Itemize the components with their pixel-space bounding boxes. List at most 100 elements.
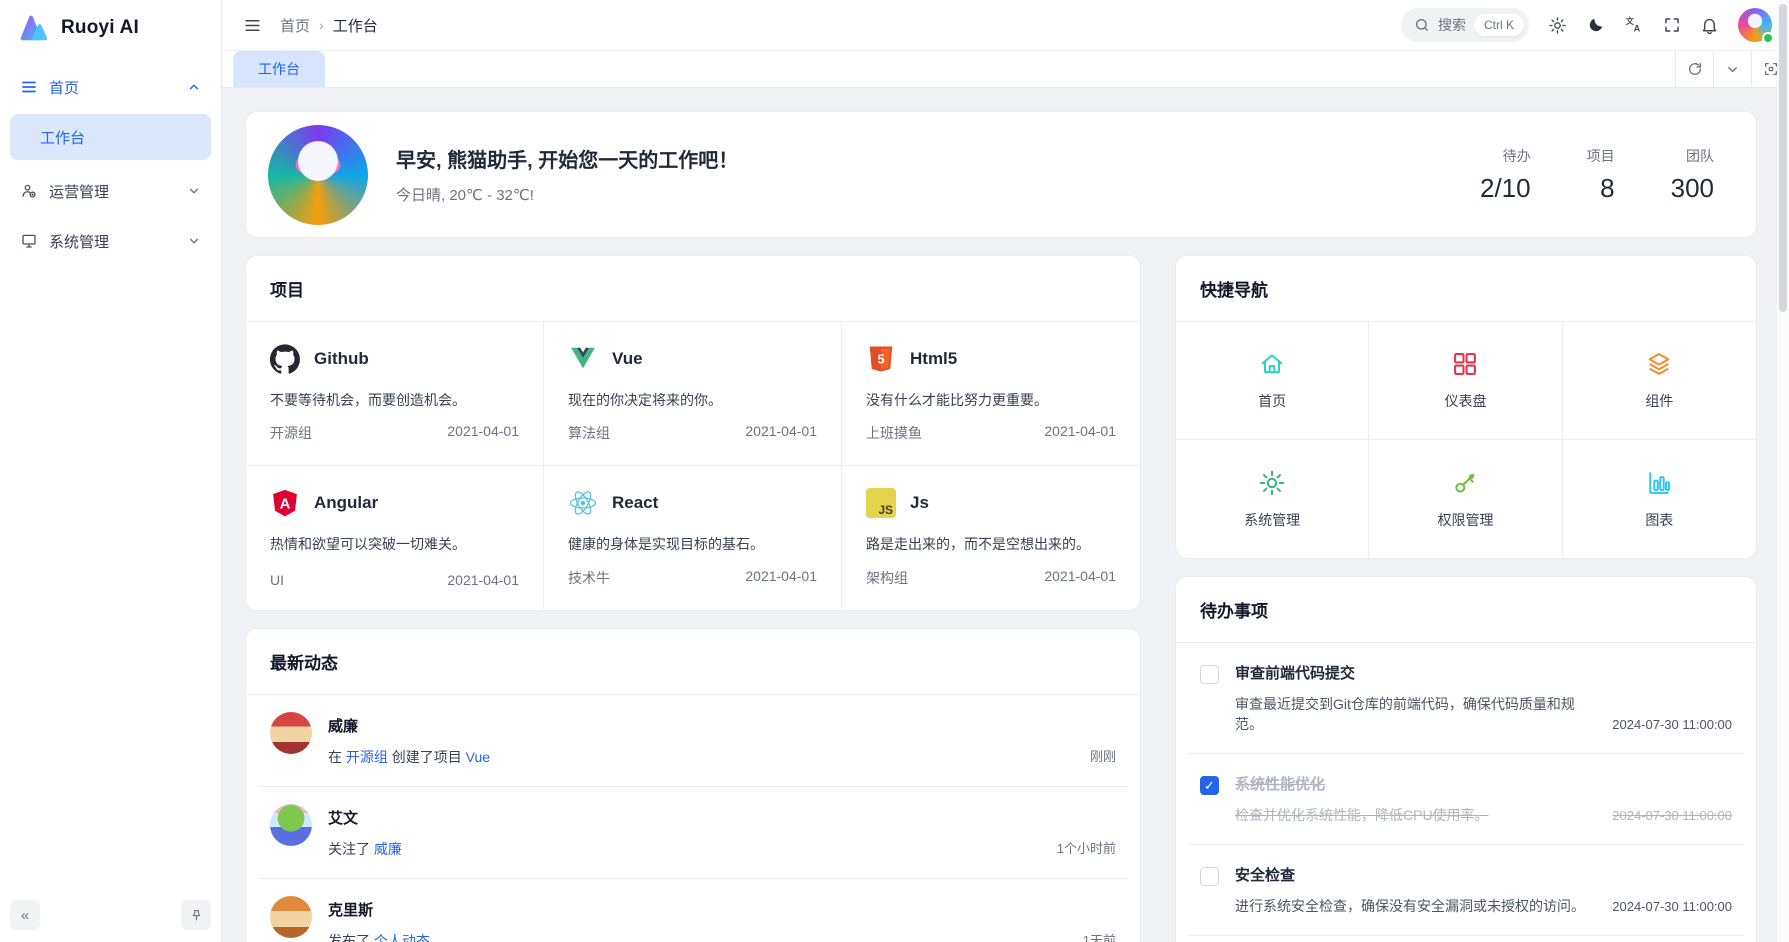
sidebar-pin-button[interactable] [181,900,211,930]
tab-workbench[interactable]: 工作台 [233,51,325,87]
sidebar-item-label: 运营管理 [49,181,109,202]
tab-actions [1675,51,1789,87]
projects-grid: Github 不要等待机会，而要创造机会。 开源组 2021-04-01 [246,322,1140,610]
react-icon [568,488,598,518]
key-icon [1451,469,1479,497]
settings-button[interactable] [1548,16,1567,35]
sidebar-collapse-button[interactable]: « [10,900,40,930]
quick-nav-card: 快捷导航 首页 仪 [1175,255,1757,559]
app-logo-row[interactable]: Ruoyi AI [0,0,221,56]
sidebar-footer: « [0,888,221,942]
activity-link[interactable]: 开源组 [346,749,388,765]
project-group: 算法组 [568,423,610,443]
refresh-tab-button[interactable] [1675,51,1713,87]
project-react[interactable]: React 健康的身体是实现目标的基石。 技术牛 2021-04-01 [544,466,842,610]
angular-icon: A [270,488,300,518]
todo-item: 审查前端代码提交 审查最近提交到Git仓库的前端代码，确保代码质量和规范。 20… [1176,643,1756,753]
notifications-button[interactable] [1700,16,1719,35]
search-placeholder: 搜索 [1438,15,1466,35]
language-button[interactable]: 文 A [1624,15,1644,35]
project-group: 架构组 [866,568,908,588]
breadcrumb-home[interactable]: 首页 [280,15,310,36]
todo-item: 安全检查 进行系统安全检查，确保没有安全漏洞或未授权的访问。 2024-07-3… [1176,845,1756,935]
todo-date: 2024-07-30 11:00:00 [1612,717,1732,734]
main-area: 首页 › 工作台 搜索 Ctrl K [222,0,1789,942]
weather-text: 今日晴, 20℃ - 32℃! [396,184,738,205]
todo-item: 系统性能优化 检查并优化系统性能，降低CPU使用率。 2024-07-30 11… [1176,754,1756,844]
todo-checkbox[interactable] [1200,665,1219,684]
translate-icon: 文 A [1624,15,1644,35]
dashboard-icon [1451,350,1479,378]
chevron-down-icon [1725,62,1740,77]
top-header: 首页 › 工作台 搜索 Ctrl K [222,0,1789,50]
quick-nav-dashboard[interactable]: 仪表盘 [1369,322,1562,440]
fullscreen-button[interactable] [1663,16,1681,34]
avatar [270,712,312,754]
project-angular[interactable]: A Angular 热情和欲望可以突破一切难关。 UI 2021-04-01 [246,466,544,610]
scrollbar-thumb[interactable] [1779,4,1787,312]
gear-icon [1258,469,1286,497]
sidebar-item-operations[interactable]: 运营管理 [10,170,211,212]
activity-item: 威廉 在 开源组 创建了项目 Vue 刚刚 [246,695,1140,786]
sidebar-item-workbench[interactable]: 工作台 [10,114,211,160]
activity-link[interactable]: 威廉 [374,841,402,857]
project-date: 2021-04-01 [447,423,519,443]
collapse-sidebar-button[interactable] [243,16,262,35]
project-js[interactable]: JS Js 路是走出来的，而不是空想出来的。 架构组 2021-04-01 [842,466,1140,610]
breadcrumb-separator: › [319,17,324,33]
sidebar-item-system[interactable]: 系统管理 [10,220,211,262]
hamburger-icon [243,16,262,35]
project-github[interactable]: Github 不要等待机会，而要创造机会。 开源组 2021-04-01 [246,322,544,466]
activity-link[interactable]: Vue [466,749,490,765]
js-icon: JS [866,488,896,518]
sidebar-item-label: 工作台 [40,127,85,148]
sidebar-item-home[interactable]: 首页 [10,66,211,108]
quick-nav-home[interactable]: 首页 [1176,322,1369,440]
sidebar-item-label: 首页 [49,77,79,98]
todo-checkbox[interactable] [1200,776,1219,795]
todo-title: 待办事项 [1176,577,1756,643]
activity-link[interactable]: 个人动态 [374,933,430,942]
tab-menu-button[interactable] [1713,51,1751,87]
welcome-text: 早安, 熊猫助手, 开始您一天的工作吧！ 今日晴, 20℃ - 32℃! [396,144,738,205]
quick-nav-permissions[interactable]: 权限管理 [1369,440,1562,558]
project-group: 上班摸鱼 [866,423,922,443]
quick-nav-charts[interactable]: 图表 [1563,440,1756,558]
todo-item: 更新项目依赖 [1176,936,1756,942]
avatar [270,804,312,846]
quick-nav-components[interactable]: 组件 [1563,322,1756,440]
tab-bar: 工作台 [222,50,1789,88]
quick-nav-system[interactable]: 系统管理 [1176,440,1369,558]
project-vue[interactable]: Vue 现在的你决定将来的你。 算法组 2021-04-01 [544,322,842,466]
activity-item: 克里斯 发布了 个人动态 1天前 [246,879,1140,942]
sidebar: Ruoyi AI 首页 工作台 运营管理 [0,0,222,942]
user-avatar[interactable] [1738,8,1772,42]
project-group: 开源组 [270,423,312,443]
projects-title: 项目 [246,256,1140,322]
activity-time: 1天前 [1083,930,1116,942]
project-date: 2021-04-01 [1044,423,1116,443]
app-logo-icon [16,11,50,45]
bar-chart-icon [1645,469,1673,497]
app-name: Ruoyi AI [61,17,139,39]
svg-text:5: 5 [878,352,885,366]
project-group: UI [270,572,284,588]
breadcrumb-current: 工作台 [333,15,378,36]
online-status-dot [1762,32,1774,44]
activity-card: 最新动态 威廉 在 开源组 创建了项目 Vue 刚刚 艾文 [245,628,1141,942]
breadcrumb: 首页 › 工作台 [280,15,378,36]
search-shortcut-badge: Ctrl K [1474,14,1524,36]
layers-icon [1645,350,1673,378]
svg-text:A: A [1634,24,1641,34]
vertical-scrollbar[interactable] [1777,0,1789,942]
todo-date: 2024-07-30 11:00:00 [1612,808,1732,825]
avatar [270,896,312,938]
dark-mode-button[interactable] [1586,16,1605,35]
sidebar-item-label: 系统管理 [49,231,109,252]
stat-todo: 待办 2/10 [1480,146,1531,204]
search-input[interactable]: 搜索 Ctrl K [1401,8,1529,42]
greeting-title: 早安, 熊猫助手, 开始您一天的工作吧！ [396,144,738,173]
svg-text:A: A [280,496,291,513]
todo-checkbox[interactable] [1200,867,1219,886]
project-html5[interactable]: 5 Html5 没有什么才能比努力更重要。 上班摸鱼 2021-04-01 [842,322,1140,466]
